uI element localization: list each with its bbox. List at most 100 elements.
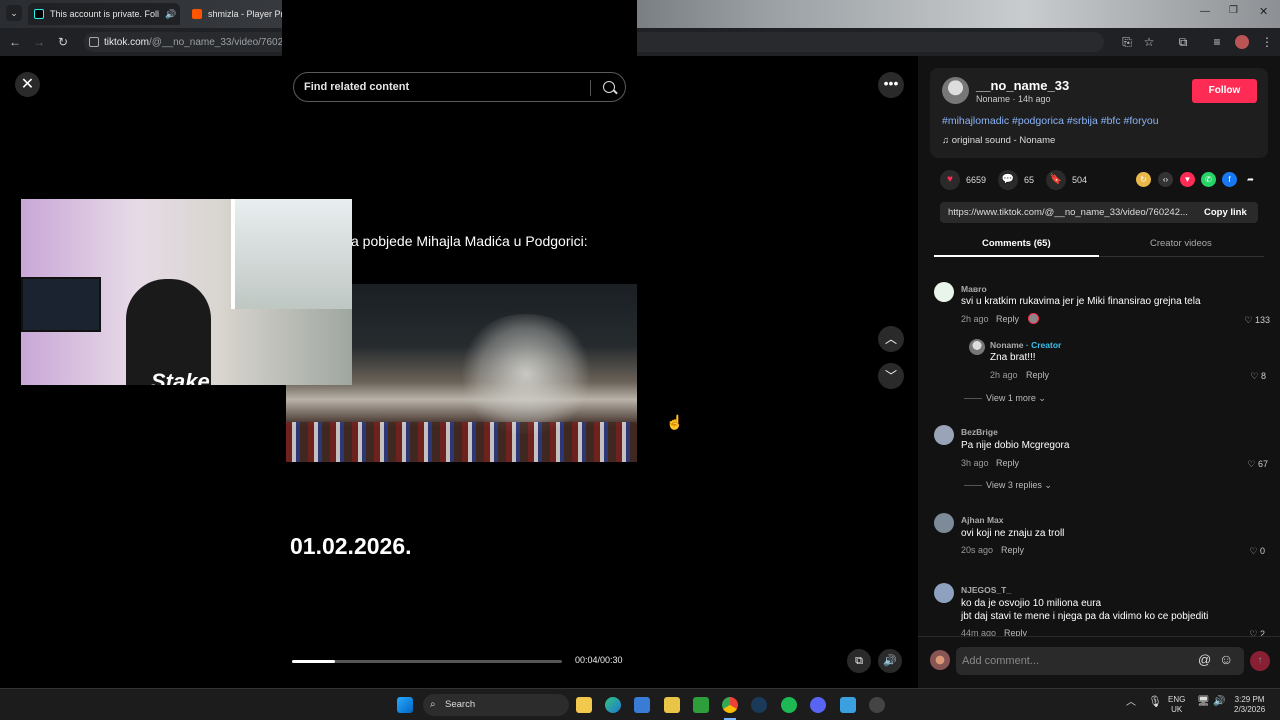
like-number: 67 — [1257, 459, 1268, 469]
tab-comments[interactable]: Comments (65) — [982, 238, 1051, 249]
room-tv — [21, 277, 101, 332]
notepad-icon[interactable] — [840, 697, 856, 713]
hashtags[interactable]: #mihajlomadic #podgorica #srbija #bfc #f… — [942, 115, 1159, 127]
repost-icon[interactable]: ↻ — [1136, 172, 1151, 187]
tab-list-dropdown-button[interactable]: ⌄ — [6, 5, 22, 21]
sound-name: original sound - Noname — [951, 135, 1056, 146]
reply-avatar[interactable] — [969, 339, 985, 355]
search-divider — [590, 80, 591, 96]
like-stat[interactable]: ♥ 6659 — [940, 170, 986, 190]
back-icon[interactable]: ← — [8, 35, 22, 49]
volume-icon[interactable]: 🔊 — [1213, 697, 1225, 707]
floating-player-button[interactable]: ⧉ — [847, 649, 871, 673]
xbox-icon[interactable] — [693, 697, 709, 713]
reply-author[interactable]: Noname · Creator — [990, 340, 1061, 350]
reply-like-count[interactable]: ♡ 8 — [1226, 371, 1266, 382]
forward-icon[interactable]: → — [32, 35, 46, 49]
more-options-button[interactable]: ••• — [878, 72, 904, 98]
view-replies[interactable]: View 3 replies ⌄ — [964, 480, 1052, 491]
taskbar-search-box[interactable]: ⌕ Search — [423, 694, 569, 716]
author-avatar[interactable] — [942, 77, 969, 104]
save-stat[interactable]: 🔖 504 — [1046, 170, 1087, 190]
comment-like-count[interactable]: ♡ 133 — [1230, 315, 1270, 326]
media-controls-icon[interactable]: ≡ — [1210, 35, 1224, 49]
reply-button[interactable]: Reply — [996, 458, 1019, 468]
comment-icon[interactable]: 💬 — [998, 170, 1018, 190]
follow-button[interactable]: Follow — [1192, 79, 1257, 103]
send-comment-button[interactable]: ↑ — [1250, 651, 1270, 671]
browser-menu-icon[interactable]: ⋮ — [1260, 35, 1274, 49]
emoji-icon[interactable]: ☺ — [1219, 651, 1233, 667]
edge-icon[interactable] — [605, 697, 621, 713]
video-date-overlay: 01.02.2026. — [290, 533, 412, 559]
commenter-avatar[interactable] — [934, 583, 954, 603]
minimize-button[interactable]: — — [1200, 6, 1210, 17]
language-indicator[interactable]: ENG UK — [1168, 695, 1185, 715]
share-arrow-icon[interactable]: ➦ — [1243, 172, 1258, 187]
install-app-icon[interactable]: ⎘ — [1120, 35, 1134, 49]
facebook-icon[interactable]: f — [1222, 172, 1237, 187]
bookmark-star-icon[interactable]: ☆ — [1142, 35, 1156, 49]
network-icon[interactable]: 🖥 — [1197, 697, 1210, 707]
chrome-icon[interactable] — [722, 697, 738, 713]
creator-badge: · Creator — [1023, 340, 1062, 350]
clock[interactable]: 3:29 PM 2/3/2026 — [1234, 695, 1265, 715]
steam-icon[interactable] — [751, 697, 767, 713]
search-icon[interactable] — [603, 81, 615, 93]
next-video-button[interactable]: ﹀ — [878, 363, 904, 389]
commenter-avatar[interactable] — [934, 513, 954, 533]
like-number: 133 — [1254, 315, 1270, 325]
audio-icon[interactable]: 🔊 — [165, 9, 176, 20]
extensions-icon[interactable]: ⧉ — [1176, 35, 1190, 49]
bookmark-icon[interactable]: 🔖 — [1046, 170, 1066, 190]
site-info-icon[interactable] — [89, 37, 99, 47]
commenter-avatar[interactable] — [934, 425, 954, 445]
commenter-name[interactable]: Ajhan Max — [961, 515, 1004, 525]
windows-taskbar: ⌕ Search ︿ 🎙 ENG UK 🖥 🔊 3:29 PM 2/3/2026 — [0, 688, 1280, 720]
find-related-search-input[interactable]: Find related content — [293, 72, 626, 102]
spotify-icon[interactable] — [781, 697, 797, 713]
app-icon[interactable] — [664, 697, 680, 713]
commenter-avatar[interactable] — [934, 282, 954, 302]
microphone-icon[interactable]: 🎙 — [1148, 697, 1162, 708]
view-more-replies[interactable]: View 1 more ⌄ — [964, 393, 1046, 404]
reload-icon[interactable]: ↻ — [56, 35, 70, 49]
volume-button[interactable]: 🔊 — [878, 649, 902, 673]
sound-row[interactable]: ♫ original sound - Noname — [942, 135, 1055, 146]
store-icon[interactable] — [634, 697, 650, 713]
send-icon[interactable]: ▼ — [1180, 172, 1195, 187]
embed-icon[interactable]: ‹› — [1158, 172, 1173, 187]
previous-video-button[interactable]: ︿ — [878, 326, 904, 352]
restore-button[interactable]: ❐ — [1229, 5, 1238, 16]
windows-start-icon[interactable] — [397, 697, 413, 713]
discord-icon[interactable] — [810, 697, 826, 713]
close-video-button[interactable]: ✕ — [15, 72, 40, 97]
comment-time: 3h ago — [961, 458, 989, 468]
commenter-name[interactable]: Мавrо — [961, 284, 987, 294]
reply-button[interactable]: Reply — [1001, 545, 1024, 555]
commenter-name[interactable]: BezBrige — [961, 427, 998, 437]
file-explorer-icon[interactable] — [576, 697, 592, 713]
video-progress-bar[interactable] — [292, 660, 562, 663]
comment-like-count[interactable]: ♡ 67 — [1228, 459, 1268, 470]
reply-button[interactable]: Reply — [1026, 370, 1049, 380]
profile-avatar[interactable] — [1235, 35, 1249, 49]
reply-button[interactable]: Reply — [996, 314, 1019, 324]
heart-icon[interactable]: ♥ — [940, 170, 960, 190]
commenter-name[interactable]: NJEGOS_T_ — [961, 585, 1011, 595]
clock-date: 2/3/2026 — [1234, 705, 1266, 714]
tab-tiktok[interactable]: This account is private. Foll 🔊 ✕ — [28, 3, 180, 25]
hand-cursor-icon: ☝ — [666, 414, 684, 430]
faceit-icon[interactable] — [869, 697, 885, 713]
my-avatar[interactable] — [930, 650, 950, 670]
tray-overflow-icon[interactable]: ︿ — [1126, 698, 1136, 708]
close-window-button[interactable]: ✕ — [1259, 5, 1268, 18]
clock-time: 3:29 PM — [1234, 695, 1265, 704]
tab-creator-videos[interactable]: Creator videos — [1150, 238, 1212, 249]
author-username[interactable]: __no_name_33 — [976, 78, 1069, 93]
comment-like-count[interactable]: ♡ 0 — [1225, 546, 1265, 557]
mention-icon[interactable]: @ — [1198, 652, 1211, 667]
copy-link-button[interactable]: Copy link — [1196, 202, 1255, 223]
comment-stat[interactable]: 💬 65 — [998, 170, 1034, 190]
whatsapp-icon[interactable]: ✆ — [1201, 172, 1216, 187]
